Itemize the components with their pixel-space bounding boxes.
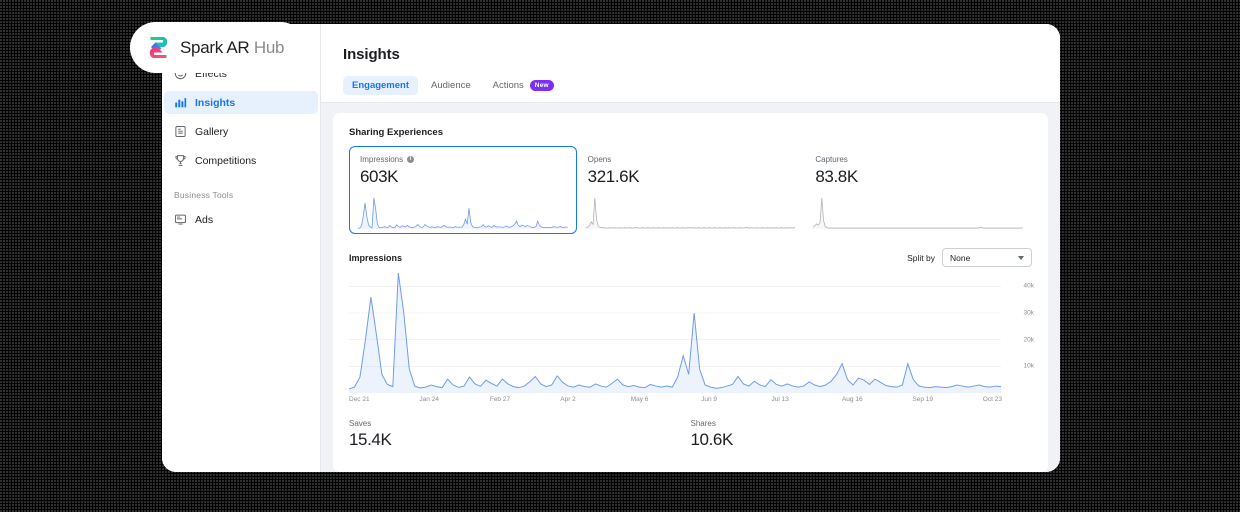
sharing-experiences-title: Sharing Experiences xyxy=(349,127,443,138)
metric-label-row: Opens xyxy=(588,155,794,164)
sidebar-nav: Effects Insights Gallery Competitions xyxy=(162,62,320,172)
tab-actions[interactable]: Actions New xyxy=(484,76,563,95)
gallery-icon xyxy=(174,125,187,138)
x-axis-tick: May 6 xyxy=(630,396,649,403)
impressions-line-chart[interactable]: 40k 30k 20k 10k xyxy=(349,273,1034,393)
metric-value: 603K xyxy=(360,167,399,186)
sidebar-item-label: Competitions xyxy=(195,154,257,167)
stat-value: 15.4K xyxy=(349,430,392,449)
sidebar: Effects Insights Gallery Competitions Busin… xyxy=(162,24,321,472)
app-window: Effects Insights Gallery Competitions Busin… xyxy=(162,24,1060,472)
tab-engagement[interactable]: Engagement xyxy=(343,76,419,95)
page-title: Insights xyxy=(343,46,400,63)
split-by-select[interactable]: None xyxy=(942,248,1032,267)
metric-sparkline xyxy=(358,195,568,229)
x-axis-tick: Aug 16 xyxy=(841,396,863,403)
sidebar-item-label: Ads xyxy=(195,213,214,226)
chart-header: Impressions Split by None xyxy=(349,248,1032,267)
stat-saves: Saves 15.4K xyxy=(349,419,691,450)
brand-name-bold: Spark AR xyxy=(180,37,250,57)
y-axis-tick: 30k xyxy=(1023,309,1034,317)
x-axis-labels: Dec 21 Jan 24 Feb 27 Apr 2 May 6 Jun 9 Jul 13 A… xyxy=(349,396,1032,403)
metric-label: Impressions xyxy=(360,155,404,164)
metric-label-row: Impressions i xyxy=(360,155,566,164)
tab-label: Engagement xyxy=(352,80,410,91)
metric-sparkline xyxy=(813,195,1024,229)
sidebar-section-label: Business Tools xyxy=(174,190,234,200)
insights-panel: Sharing Experiences Impressions i 603K Open… xyxy=(333,113,1048,472)
brand-name-dim: Hub xyxy=(253,37,285,57)
x-axis-tick: Feb 27 xyxy=(489,396,511,403)
bottom-stats-row: Saves 15.4K Shares 10.6K xyxy=(349,419,1032,450)
tab-new-badge: New xyxy=(529,80,554,91)
metric-label: Captures xyxy=(815,155,848,164)
sidebar-item-label: Gallery xyxy=(195,125,229,138)
content-area: Sharing Experiences Impressions i 603K Open… xyxy=(321,103,1060,472)
sidebar-item-insights[interactable]: Insights xyxy=(164,91,318,114)
trophy-icon xyxy=(174,154,187,167)
brand-name: Spark AR Hub xyxy=(180,38,284,58)
stat-value: 10.6K xyxy=(690,430,734,449)
sidebar-item-label: Insights xyxy=(195,96,236,109)
chevron-down-icon xyxy=(1018,255,1024,260)
info-icon[interactable]: i xyxy=(407,156,415,163)
metric-card-opens[interactable]: Opens 321.6K xyxy=(577,146,805,234)
metric-card-row: Impressions i 603K Opens 321.6K Captures 83.8K xyxy=(349,146,1032,234)
x-axis-tick: Jul 13 xyxy=(771,396,789,403)
split-by-value: None xyxy=(950,252,971,263)
y-axis-labels: 40k 30k 20k 10k xyxy=(1008,273,1034,393)
x-axis-tick: Jan 24 xyxy=(419,396,439,403)
split-by-control: Split by None xyxy=(907,248,1032,267)
spark-ar-logo-icon xyxy=(149,37,168,58)
y-axis-tick: 20k xyxy=(1023,336,1034,344)
monitor-icon xyxy=(174,213,187,226)
screenshot-stage: Effects Insights Gallery Competitions Busin… xyxy=(0,0,1240,512)
x-axis-tick: Dec 21 xyxy=(349,396,370,403)
x-axis-tick: Jun 9 xyxy=(701,396,718,403)
metric-label: Opens xyxy=(587,155,612,164)
stat-label: Saves xyxy=(349,419,372,428)
page-header: Insights Engagement Audience Actions New xyxy=(321,24,1060,103)
stat-shares: Shares 10.6K xyxy=(691,419,1033,450)
x-axis-tick: Sep 19 xyxy=(912,396,933,403)
sidebar-business-nav: Ads xyxy=(162,208,320,231)
x-axis-tick: Apr 2 xyxy=(560,396,576,403)
chart-title: Impressions xyxy=(349,252,403,263)
sidebar-item-gallery[interactable]: Gallery xyxy=(164,120,318,143)
chart-canvas xyxy=(349,273,1032,393)
metric-value: 83.8K xyxy=(815,167,858,186)
stat-label: Shares xyxy=(690,419,716,428)
brand-logo-pill: Spark AR Hub xyxy=(130,22,306,73)
x-axis-tick: Oct 23 xyxy=(982,396,1002,403)
sidebar-item-ads[interactable]: Ads xyxy=(164,208,318,231)
tab-label: Actions xyxy=(492,80,524,91)
metric-sparkline xyxy=(585,195,796,229)
y-axis-tick: 10k xyxy=(1023,362,1034,370)
metric-value: 321.6K xyxy=(587,167,640,186)
split-by-label: Split by xyxy=(907,252,935,263)
main-content: Insights Engagement Audience Actions New Sh… xyxy=(321,24,1060,472)
tab-audience[interactable]: Audience xyxy=(422,76,480,95)
metric-card-impressions[interactable]: Impressions i 603K xyxy=(349,146,577,234)
metric-card-captures[interactable]: Captures 83.8K xyxy=(804,146,1032,234)
tab-bar: Engagement Audience Actions New xyxy=(343,76,1038,102)
metric-label-row: Captures xyxy=(815,155,1021,164)
y-axis-tick: 40k xyxy=(1023,282,1034,290)
sidebar-item-competitions[interactable]: Competitions xyxy=(164,149,318,172)
tab-label: Audience xyxy=(431,80,471,91)
bar-chart-icon xyxy=(174,96,187,109)
